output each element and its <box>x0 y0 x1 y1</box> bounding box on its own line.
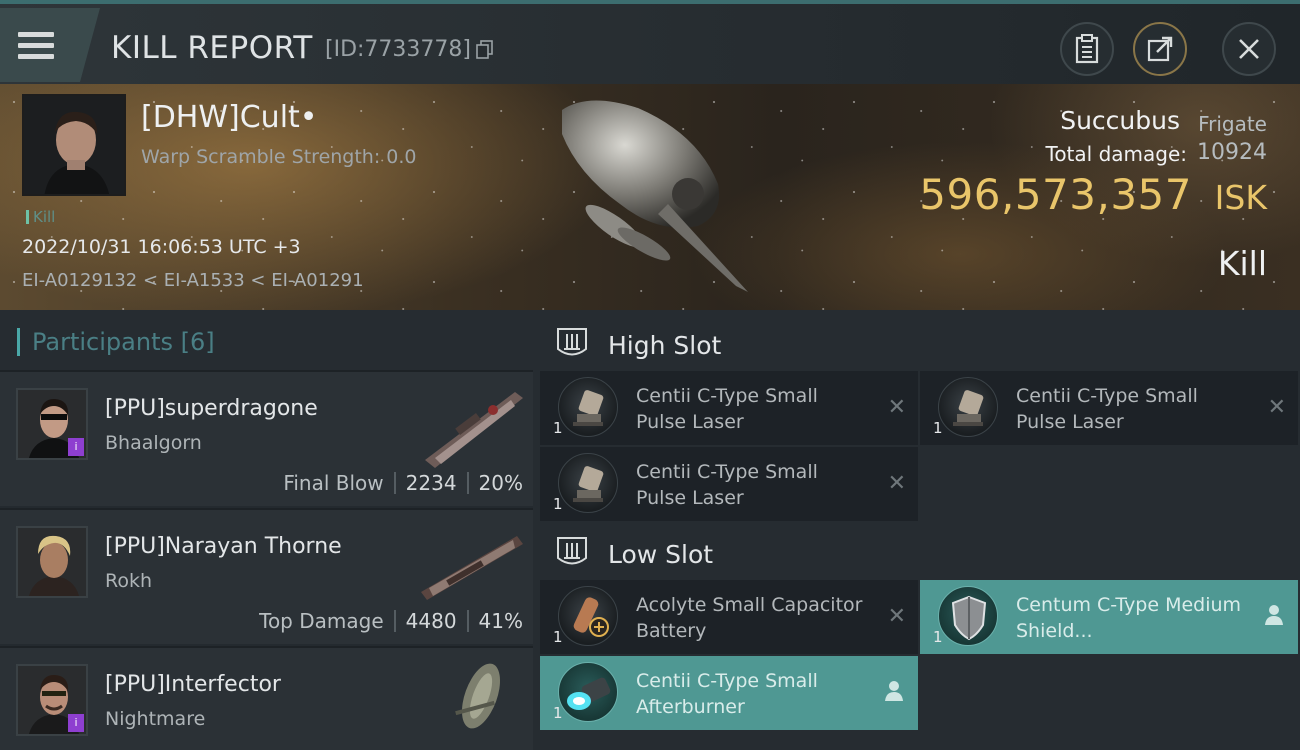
victim-portrait[interactable] <box>22 94 126 196</box>
victim-name[interactable]: [DHW]Cult• <box>141 100 317 135</box>
corp-badge-icon: i <box>68 714 84 732</box>
pulse-laser-icon <box>938 377 998 437</box>
report-id: [ID:7733778] <box>325 37 471 62</box>
capacitor-battery-icon <box>558 586 618 646</box>
participant-ship: Rokh <box>105 570 153 592</box>
x-icon: ✕ <box>887 471 906 496</box>
participant-role: Top Damage <box>259 609 384 633</box>
participant-percent: 20% <box>478 471 523 495</box>
person-icon <box>1265 605 1283 625</box>
fitting-panel: High Slot 1 Centii C-Type Small Pulse La… <box>533 310 1300 750</box>
location-route: EI-A0129132 < EI-A1533 < EI-A01291 <box>22 270 364 291</box>
x-icon: ✕ <box>1267 395 1286 420</box>
participant-percent: 41% <box>478 609 523 633</box>
low-slot-header: Low Slot <box>533 523 1300 581</box>
top-bar: KILL REPORT [ID:7733778] <box>0 0 1300 84</box>
shield-extender-icon <box>938 586 998 646</box>
participants-title: Participants [6] <box>17 328 215 356</box>
participant-name[interactable]: [PPU]superdragone <box>105 396 318 421</box>
result-label: Kill <box>1217 244 1267 283</box>
module-quantity: 1 <box>933 419 943 437</box>
close-button[interactable] <box>1222 22 1276 76</box>
total-damage-value: 10924 <box>1197 140 1267 165</box>
portrait-image <box>24 96 124 194</box>
participant-ship-image <box>425 392 523 468</box>
high-slot-header: High Slot <box>533 314 1300 372</box>
participant-ship: Nightmare <box>105 708 206 730</box>
participant-portrait[interactable]: i <box>16 388 88 460</box>
module-quantity: 1 <box>553 495 563 513</box>
kill-timestamp: 2022/10/31 16:06:53 UTC +3 <box>22 236 301 258</box>
victim-ship-image[interactable] <box>548 94 758 294</box>
module-name: Centii C-Type Small Pulse Laser <box>1016 385 1198 433</box>
menu-icon[interactable] <box>18 32 54 60</box>
menu-tab[interactable] <box>0 8 100 82</box>
isk-unit: ISK <box>1214 178 1267 217</box>
low-slot-label: Low Slot <box>608 540 714 569</box>
participants-panel: Participants [6] i [PPU]superdragone Bha… <box>0 310 533 750</box>
participant-ship-image <box>455 663 501 729</box>
participant-damage: 2234 <box>405 471 457 495</box>
pulse-laser-icon <box>558 377 618 437</box>
module-card[interactable]: 1 Centii C-Type Small Pulse Laser ✕ <box>540 447 918 521</box>
module-card[interactable]: 1 Centii C-Type Small Pulse Laser ✕ <box>920 371 1298 445</box>
participant-ship-image <box>421 536 523 600</box>
close-icon <box>1239 39 1259 59</box>
participant-portrait[interactable] <box>16 526 88 598</box>
module-name: Centii C-Type Small Afterburner <box>636 670 818 718</box>
participant-ship: Bhaalgorn <box>105 432 202 454</box>
x-icon: ✕ <box>887 395 906 420</box>
ship-name[interactable]: Succubus <box>1060 106 1180 135</box>
module-card[interactable]: 1 Acolyte Small Capacitor Battery ✕ <box>540 580 918 654</box>
module-quantity: 1 <box>553 704 563 722</box>
module-quantity: 1 <box>553 419 563 437</box>
low-slot-icon <box>557 537 587 565</box>
afterburner-icon <box>558 662 618 722</box>
module-name: Centum C-Type Medium Shield... <box>1016 594 1242 642</box>
participant-damage: 4480 <box>405 609 457 633</box>
module-name: Centii C-Type Small Pulse Laser <box>636 461 818 509</box>
next-slot-header <box>533 736 1300 750</box>
module-quantity: 1 <box>553 628 563 646</box>
module-card[interactable]: 1 Centii C-Type Small Afterburner <box>540 656 918 730</box>
module-name: Acolyte Small Capacitor Battery <box>636 594 863 642</box>
high-slot-label: High Slot <box>608 331 722 360</box>
share-button[interactable] <box>1133 22 1187 76</box>
module-card[interactable]: 1 Centum C-Type Medium Shield... <box>920 580 1298 654</box>
participant-row[interactable]: [PPU]Narayan Thorne Rokh Top Damage 4480… <box>0 508 533 644</box>
clipboard-button[interactable] <box>1060 22 1114 76</box>
participant-portrait[interactable]: i <box>16 664 88 736</box>
page-title: KILL REPORT <box>111 30 313 66</box>
high-slot-icon <box>557 328 587 356</box>
participants-count: [6] <box>180 328 215 356</box>
ship-class: Frigate <box>1198 112 1267 136</box>
participants-label: Participants <box>32 328 173 356</box>
clipboard-icon <box>1075 34 1099 64</box>
participant-row[interactable]: i [PPU]Interfector Nightmare <box>0 646 533 750</box>
participants-header: Participants [6] <box>0 310 533 370</box>
participant-row[interactable]: i [PPU]superdragone Bhaalgorn Final Blow… <box>0 370 533 506</box>
module-card[interactable]: 1 Centii C-Type Small Pulse Laser ✕ <box>540 371 918 445</box>
isk-value: 596,573,357 <box>919 170 1192 219</box>
participant-role: Final Blow <box>283 471 384 495</box>
warp-scramble-strength: Warp Scramble Strength: 0.0 <box>141 146 417 168</box>
portrait-image <box>18 528 86 596</box>
corp-badge-icon: i <box>68 438 84 456</box>
person-icon <box>885 681 903 701</box>
module-quantity: 1 <box>933 628 943 646</box>
total-damage-label: Total damage: <box>1045 142 1188 166</box>
copy-icon[interactable] <box>476 40 494 60</box>
pulse-laser-icon <box>558 453 618 513</box>
module-name: Centii C-Type Small Pulse Laser <box>636 385 818 433</box>
participant-stats: Final Blow 2234 20% <box>283 471 523 495</box>
kill-tag: Kill <box>26 208 55 226</box>
participant-name[interactable]: [PPU]Narayan Thorne <box>105 534 342 559</box>
participant-stats: Top Damage 4480 41% <box>259 609 523 633</box>
participant-name[interactable]: [PPU]Interfector <box>105 672 281 697</box>
x-icon: ✕ <box>887 604 906 629</box>
victim-panel: [DHW]Cult• Warp Scramble Strength: 0.0 K… <box>0 84 1300 310</box>
share-icon <box>1147 36 1173 62</box>
